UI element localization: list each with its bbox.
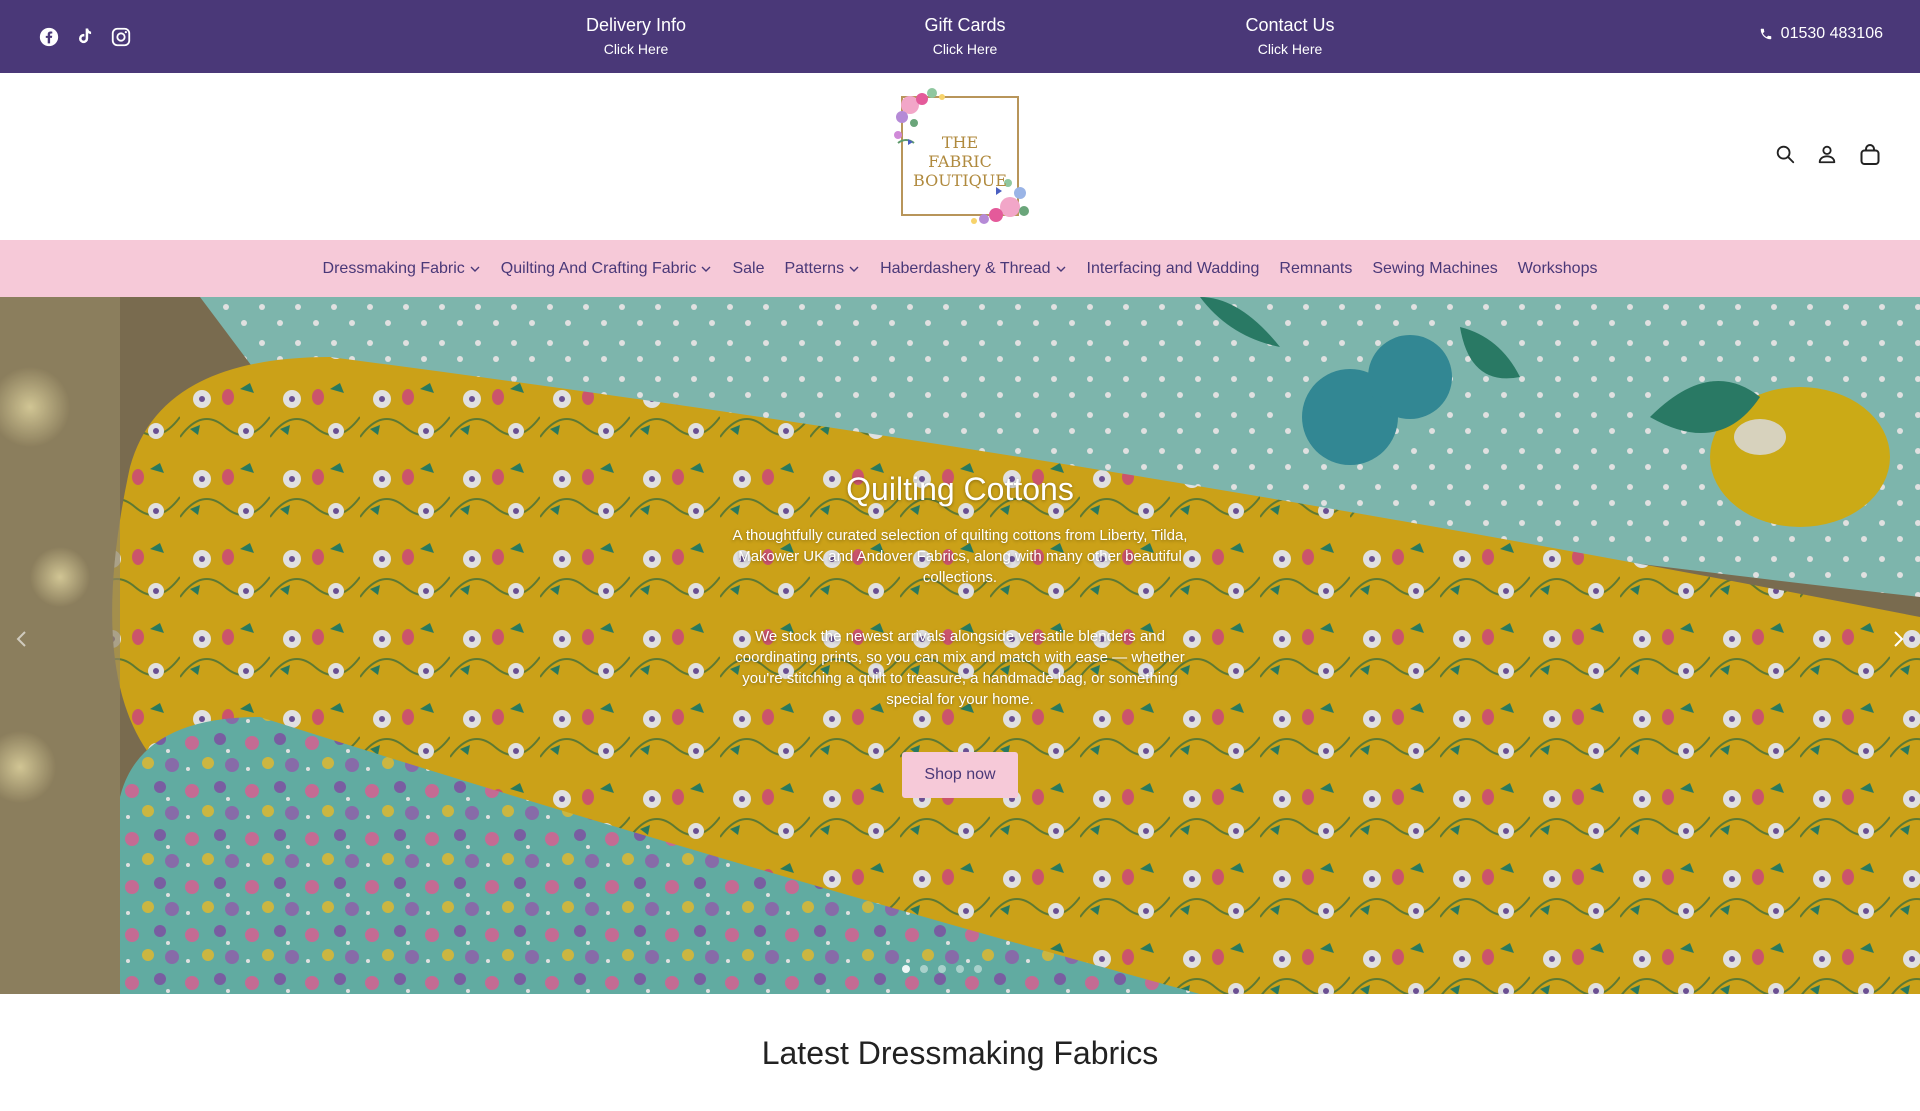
chevron-down-icon (701, 266, 711, 272)
hero-slideshow: Quilting Cottons A thoughtfully curated … (0, 297, 1920, 994)
phone-icon (1759, 27, 1773, 41)
store-logo[interactable]: THE FABRIC BOUTIQUE (884, 83, 1036, 231)
logo-text-fabric: FABRIC (928, 152, 992, 171)
nav-item-label: Interfacing and Wadding (1086, 259, 1260, 277)
facebook-icon[interactable] (38, 26, 60, 48)
cart-icon[interactable] (1858, 143, 1882, 167)
nav-item-haberdashery-and-thread[interactable]: Haberdashery & Thread (880, 260, 1066, 278)
nav-item-patterns[interactable]: Patterns (784, 260, 860, 278)
nav-item-sale[interactable]: Sale (732, 260, 764, 278)
hero-content: Quilting Cottons A thoughtfully curated … (660, 467, 1260, 798)
gift-cards-title: Gift Cards (924, 15, 1006, 35)
nav-item-label: Workshops (1517, 259, 1598, 277)
main-navigation: Dressmaking Fabric Quilting And Crafting… (0, 240, 1920, 297)
logo-text-boutique: BOUTIQUE (913, 171, 1007, 190)
previous-slide-arrow[interactable] (10, 627, 34, 651)
nav-item-label: Sewing Machines (1372, 259, 1498, 277)
search-icon[interactable] (1774, 143, 1798, 167)
shop-now-button[interactable]: Shop now (902, 752, 1018, 798)
delivery-info-title: Delivery Info (585, 15, 687, 35)
slide-dot[interactable] (956, 965, 964, 973)
hero-title: Quilting Cottons (846, 471, 1074, 507)
site-header: THE FABRIC BOUTIQUE (0, 73, 1920, 240)
instagram-icon[interactable] (110, 26, 132, 48)
hero-paragraph-2: We stock the newest arrivals alongside v… (735, 628, 1185, 708)
account-icon[interactable] (1816, 143, 1840, 167)
nav-item-interfacing-and-wadding[interactable]: Interfacing and Wadding (1087, 260, 1260, 278)
slide-dot[interactable] (938, 965, 946, 973)
chevron-down-icon (849, 266, 859, 272)
chevron-down-icon (1056, 266, 1066, 272)
contact-us-title: Contact Us (1245, 15, 1335, 35)
latest-dressmaking-fabrics-heading: Latest Dressmaking Fabrics (761, 1035, 1159, 1071)
delivery-info-link[interactable]: Delivery Info Click Here (526, 13, 746, 59)
slide-indicators (902, 965, 982, 973)
social-links (38, 26, 132, 48)
gift-cards-link[interactable]: Gift Cards Click Here (855, 13, 1075, 59)
contact-us-link[interactable]: Contact Us Click Here (1180, 13, 1400, 59)
slide-dot[interactable] (974, 965, 982, 973)
phone-number[interactable]: 01530 483106 (1759, 25, 1883, 43)
slide-dot[interactable] (902, 965, 910, 973)
next-slide-arrow[interactable] (1886, 627, 1910, 651)
nav-item-label: Quilting And Crafting Fabric (500, 259, 697, 277)
nav-item-label: Haberdashery & Thread (880, 259, 1051, 277)
nav-item-remnants[interactable]: Remnants (1279, 260, 1352, 278)
gift-cards-subtitle: Click Here (932, 41, 998, 57)
nav-item-workshops[interactable]: Workshops (1518, 260, 1598, 278)
chevron-down-icon (470, 266, 480, 272)
tiktok-icon[interactable] (74, 26, 96, 48)
hero-paragraph-1: A thoughtfully curated selection of quil… (732, 527, 1188, 586)
announcement-bar: Delivery Info Click Here Gift Cards Clic… (0, 0, 1920, 73)
phone-number-text: 01530 483106 (1780, 25, 1883, 42)
nav-item-dressmaking-fabric[interactable]: Dressmaking Fabric (323, 260, 481, 278)
slide-dot[interactable] (920, 965, 928, 973)
contact-us-subtitle: Click Here (1257, 41, 1323, 57)
logo-text-the: THE (942, 133, 978, 152)
nav-item-quilting-and-crafting-fabric[interactable]: Quilting And Crafting Fabric (501, 260, 713, 278)
nav-item-label: Dressmaking Fabric (322, 259, 465, 277)
delivery-info-subtitle: Click Here (603, 41, 669, 57)
nav-list: Dressmaking Fabric Quilting And Crafting… (0, 240, 1920, 297)
nav-item-label: Remnants (1279, 259, 1353, 277)
nav-item-label: Sale (732, 259, 765, 277)
header-actions (1774, 143, 1882, 167)
nav-item-label: Patterns (784, 259, 845, 277)
nav-item-sewing-machines[interactable]: Sewing Machines (1372, 260, 1497, 278)
